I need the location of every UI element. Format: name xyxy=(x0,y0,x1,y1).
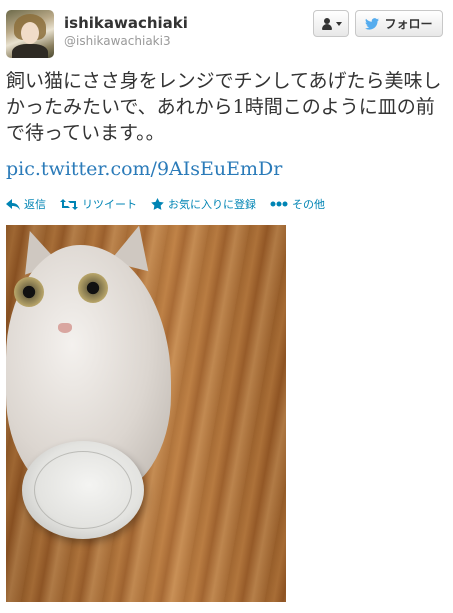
favorite-label: お気に入りに登録 xyxy=(168,198,256,211)
author-name[interactable]: ishikawachiaki xyxy=(64,14,188,32)
author-avatar[interactable] xyxy=(6,10,54,58)
tweet-media-link[interactable]: pic.twitter.com/9AIsEuEmDr xyxy=(6,158,282,180)
user-actions-button[interactable] xyxy=(313,10,349,37)
retweet-label: リツイート xyxy=(82,198,137,211)
tweet-photo[interactable] xyxy=(6,225,286,602)
reply-label: 返信 xyxy=(24,198,46,211)
plate xyxy=(22,441,144,539)
favorite-action[interactable]: お気に入りに登録 xyxy=(151,196,256,212)
retweet-icon xyxy=(60,198,78,210)
more-icon xyxy=(270,201,288,207)
more-action[interactable]: その他 xyxy=(270,196,325,212)
chevron-down-icon xyxy=(335,21,342,26)
author-handle[interactable]: @ishikawachiaki3 xyxy=(64,34,171,48)
reply-action[interactable]: 返信 xyxy=(6,196,46,212)
star-icon xyxy=(151,198,164,210)
tweet-text: 飼い猫にささ身をレンジでチンしてあげたら美味しかったみたいで、あれから1時間この… xyxy=(6,70,442,144)
user-icon xyxy=(321,17,333,30)
retweet-action[interactable]: リツイート xyxy=(60,196,137,212)
more-label: その他 xyxy=(292,198,325,211)
follow-button[interactable]: フォロー xyxy=(355,10,443,37)
follow-label: フォロー xyxy=(384,17,433,31)
twitter-bird-icon xyxy=(365,17,380,30)
tweet-actions: 返信 リツイート お気に入りに登録 その他 xyxy=(6,196,325,212)
reply-icon xyxy=(6,198,20,210)
